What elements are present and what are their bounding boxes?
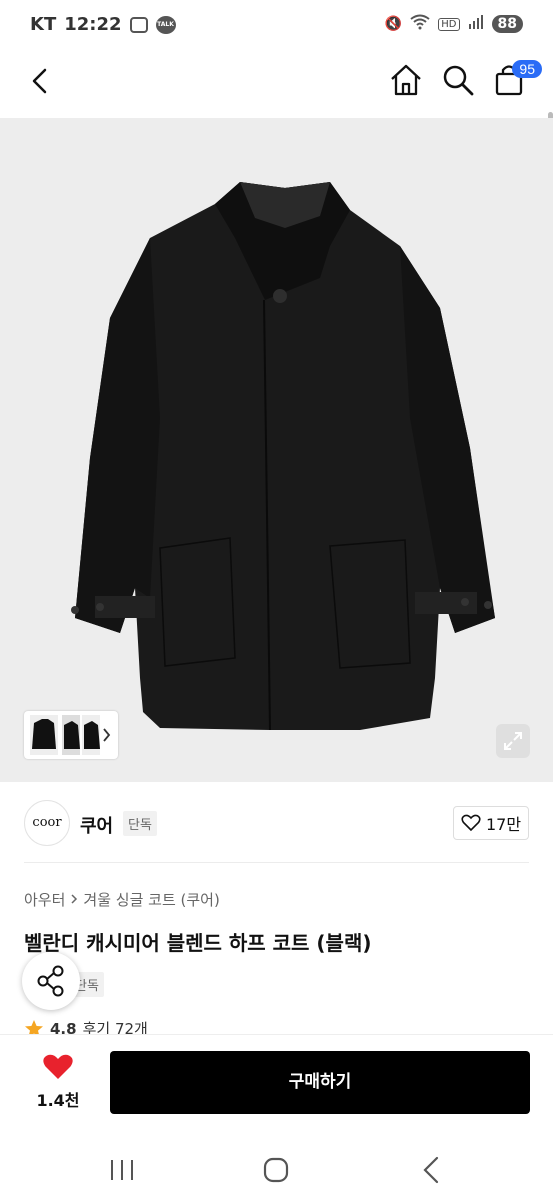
home-circle-icon: [263, 1157, 289, 1183]
clock: 12:22: [64, 14, 122, 35]
search-button[interactable]: [440, 62, 476, 98]
brand-exclusive-badge: 단독: [123, 811, 157, 836]
cart-button[interactable]: 95: [492, 60, 542, 98]
like-button[interactable]: 1.4천: [30, 1053, 86, 1111]
recent-apps-button[interactable]: [102, 1150, 142, 1190]
breadcrumb-subcategory[interactable]: 겨울 싱글 코트 (쿠어): [83, 889, 219, 910]
heart-outline-icon: [461, 814, 481, 832]
mute-icon: 🔇: [384, 16, 403, 32]
screenshot-icon: [129, 16, 148, 33]
recent-apps-icon: [111, 1160, 133, 1180]
brand-like-count: 17만: [485, 815, 522, 834]
system-home-button[interactable]: [256, 1150, 296, 1190]
system-navigation-bar: [0, 1138, 553, 1200]
expand-image-button[interactable]: [496, 724, 530, 758]
home-button[interactable]: [388, 62, 424, 98]
back-icon: [32, 68, 47, 94]
wifi-icon: [410, 14, 430, 34]
battery-indicator: 88: [491, 15, 523, 33]
talk-notification-icon: TALK: [155, 15, 176, 34]
brand-like-button[interactable]: 17만: [453, 806, 529, 840]
brand-name[interactable]: 쿠어: [80, 812, 113, 838]
breadcrumb: 아우터 겨울 싱글 코트 (쿠어): [24, 889, 220, 910]
heart-filled-icon: [43, 1054, 73, 1079]
brand-row: coor 쿠어 단독 17만: [0, 800, 553, 848]
share-button[interactable]: [22, 952, 80, 1010]
back-button[interactable]: [26, 66, 56, 96]
home-icon: [391, 64, 421, 96]
share-icon: [37, 965, 64, 997]
chevron-right-icon: [69, 891, 79, 909]
thumbnail-strip[interactable]: [24, 711, 118, 759]
signal-icon: [468, 15, 484, 33]
section-divider: [24, 862, 529, 863]
cart-count-badge: 95: [512, 60, 542, 78]
system-back-button[interactable]: [411, 1150, 451, 1190]
brand-logo[interactable]: coor: [24, 800, 70, 846]
hd-label: HD: [438, 17, 460, 31]
product-image[interactable]: [0, 118, 553, 782]
breadcrumb-category[interactable]: 아우터: [24, 889, 65, 910]
bottom-action-bar: 1.4천 구매하기: [0, 1034, 553, 1138]
like-count: 1.4천: [36, 1091, 80, 1110]
thumbnail-images: [30, 715, 111, 755]
status-bar: KT 12:22 TALK 🔇 HD 88: [0, 0, 553, 52]
carrier-label: KT: [30, 14, 57, 35]
status-right: 🔇 HD 88: [385, 14, 523, 34]
expand-icon: [504, 732, 522, 750]
coat-illustration: [71, 182, 495, 731]
buy-button[interactable]: 구매하기: [110, 1051, 530, 1114]
status-left: KT 12:22 TALK: [30, 14, 176, 35]
system-back-icon: [423, 1156, 439, 1184]
search-icon: [443, 65, 474, 96]
top-nav: 95: [0, 52, 553, 168]
